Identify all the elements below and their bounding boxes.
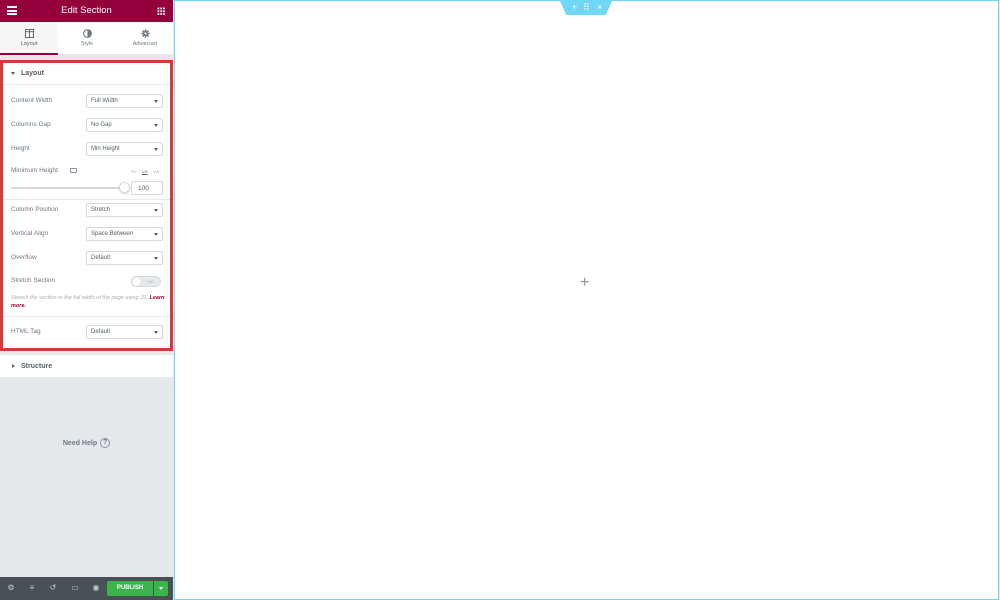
select-value: Default — [91, 255, 111, 261]
chevron-down-icon — [154, 257, 158, 260]
stretch-section-description: Stretch the section to the full width of… — [11, 294, 166, 310]
description-text: Stretch the section to the full width of… — [11, 295, 148, 301]
section-title: Layout — [21, 70, 44, 77]
panel-title: Edit Section — [61, 5, 112, 16]
section-handle[interactable]: + ⠿ × — [560, 1, 612, 15]
caret-right-icon — [12, 364, 15, 369]
html-tag-select[interactable]: Default — [86, 325, 163, 339]
add-element-plus-icon[interactable]: + — [580, 274, 589, 292]
structure-section[interactable]: Structure — [0, 355, 173, 377]
minimum-height-label: Minimum Height — [11, 167, 58, 174]
height-control: Height Min Height — [11, 142, 163, 156]
select-value: Full Width — [91, 98, 118, 104]
select-value: Min Height — [91, 146, 120, 152]
publish-button[interactable]: PUBLISH — [107, 581, 153, 596]
columns-gap-select[interactable]: No Gap — [86, 118, 163, 132]
height-select[interactable]: Min Height — [86, 142, 163, 156]
need-help-label: Need Help — [62, 439, 98, 447]
control-label: Height — [11, 145, 30, 152]
panel-tabs: Layout Style Advanced — [0, 22, 173, 55]
delete-section-icon[interactable]: × — [597, 2, 602, 13]
column-position-select[interactable]: Stretch — [86, 203, 163, 217]
tab-layout[interactable]: Layout — [0, 22, 58, 55]
tab-label: Layout — [20, 41, 38, 47]
toggle-text: NO — [148, 279, 154, 284]
control-label: HTML Tag — [11, 328, 41, 335]
overflow-control: Overflow Default — [11, 251, 163, 265]
tab-label: Advanced — [132, 41, 158, 47]
control-label: Columns Gap — [11, 121, 51, 128]
vertical-align-control: Vertical Align Space Between — [11, 227, 163, 241]
caret-down-icon — [159, 587, 163, 590]
layout-icon — [24, 29, 34, 38]
question-icon: ? — [100, 438, 111, 448]
need-help-link[interactable]: Need Help? — [0, 438, 173, 448]
divider — [3, 199, 170, 200]
settings-gear-icon[interactable]: ⚙ — [7, 584, 15, 592]
stretch-section-toggle[interactable]: NO — [131, 276, 161, 287]
control-label: Content Width — [11, 97, 53, 104]
control-label: Column Position — [11, 206, 59, 213]
select-value: Space Between — [91, 231, 134, 237]
add-section-icon[interactable]: + — [572, 2, 577, 13]
content-width-select[interactable]: Full Width — [86, 94, 163, 108]
control-label: Vertical Align — [11, 230, 49, 237]
layout-section-header[interactable]: Layout — [11, 70, 178, 77]
control-label: Overflow — [11, 254, 37, 261]
drag-section-icon[interactable]: ⠿ — [583, 2, 590, 13]
chevron-down-icon — [154, 331, 158, 334]
content-width-control: Content Width Full Width — [11, 94, 163, 108]
panel-footer: ⚙ ≡ ↺ ▭ ◉ PUBLISH — [0, 577, 173, 600]
select-value: Stretch — [91, 207, 111, 213]
select-value: No Gap — [91, 122, 112, 128]
select-value: Default — [91, 329, 111, 335]
chevron-down-icon — [154, 148, 158, 151]
style-icon — [82, 29, 92, 38]
columns-gap-control: Columns Gap No Gap — [11, 118, 163, 132]
toggle-knob — [132, 277, 141, 286]
chevron-down-icon — [154, 233, 158, 236]
chevron-down-icon — [154, 124, 158, 127]
tab-label: Style — [80, 41, 94, 47]
chevron-down-icon — [154, 100, 158, 103]
html-tag-control: HTML Tag Default — [11, 325, 163, 339]
overflow-select[interactable]: Default — [86, 251, 163, 265]
editor-sidebar: Edit Section Layout Style Advanced Layou… — [0, 0, 173, 600]
vertical-align-select[interactable]: Space Between — [86, 227, 163, 241]
caret-down-icon — [11, 71, 15, 75]
panel-header: Edit Section — [0, 0, 173, 22]
layout-section-panel: Layout Content Width Full Width Columns … — [0, 60, 173, 351]
tab-style[interactable]: Style — [58, 22, 116, 55]
unit-vh[interactable]: VH — [142, 169, 148, 174]
gear-icon — [140, 29, 150, 38]
divider — [3, 316, 170, 317]
column-position-control: Column Position Stretch — [11, 203, 163, 217]
chevron-down-icon — [154, 209, 158, 212]
unit-px[interactable]: PX — [131, 169, 136, 174]
unit-vw[interactable]: VW — [153, 169, 159, 174]
responsive-mode-icon[interactable]: ▭ — [71, 584, 79, 592]
widgets-grid-icon[interactable] — [157, 7, 165, 15]
publish-options-button[interactable] — [154, 581, 168, 596]
desktop-monitor-icon[interactable] — [70, 168, 77, 173]
minimum-height-slider[interactable] — [11, 187, 123, 189]
tab-advanced[interactable]: Advanced — [116, 22, 174, 55]
preview-canvas[interactable]: + ⠿ × + — [174, 0, 999, 600]
history-icon[interactable]: ↺ — [49, 584, 57, 592]
minimum-height-input[interactable]: 100 — [131, 181, 163, 195]
divider — [3, 84, 170, 85]
slider-handle[interactable] — [119, 182, 130, 193]
section-title: Structure — [21, 363, 53, 370]
structure-section-header[interactable]: Structure — [12, 363, 185, 370]
preview-eye-icon[interactable]: ◉ — [92, 584, 100, 592]
navigator-layers-icon[interactable]: ≡ — [28, 584, 36, 592]
control-label: Stretch Section — [11, 277, 56, 284]
